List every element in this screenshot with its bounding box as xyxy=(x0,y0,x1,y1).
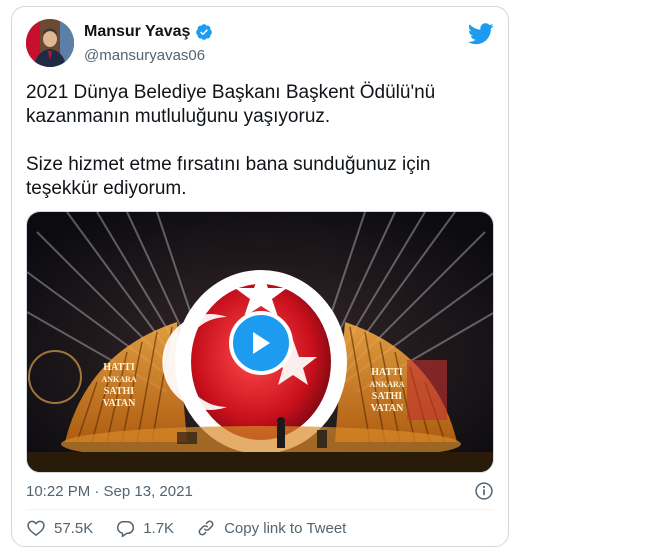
tweet-timestamp[interactable]: 10:22 PM · Sep 13, 2021 xyxy=(26,483,193,500)
banner-left-line: ANKARA xyxy=(101,375,136,384)
info-icon[interactable] xyxy=(474,481,494,501)
verified-badge-icon xyxy=(196,24,213,40)
avatar[interactable] xyxy=(26,19,74,67)
banner-left-line: HATTI xyxy=(103,362,135,373)
twitter-bird-icon[interactable] xyxy=(468,23,494,45)
banner-right-line: ANKARA xyxy=(369,380,404,389)
author-row: Mansur Yavaş xyxy=(84,23,213,41)
video-player[interactable]: HATTI ANKARA SATHI VATAN HATTI ANKARA SA… xyxy=(26,211,494,473)
copy-link-button[interactable]: Copy link to Tweet xyxy=(196,518,346,538)
banner-right-line: SATHI xyxy=(372,391,402,402)
heart-icon xyxy=(27,520,45,536)
like-count: 57.5K xyxy=(54,519,94,537)
reply-icon xyxy=(117,521,135,538)
action-bar: 57.5K 1.7K Copy link to Tweet xyxy=(26,515,368,541)
banner-left-line: SATHI xyxy=(104,386,134,397)
reply-count: 1.7K xyxy=(143,519,175,537)
banner-right-line: VATAN xyxy=(371,403,405,414)
author-name[interactable]: Mansur Yavaş xyxy=(84,23,190,41)
like-button[interactable]: 57.5K xyxy=(26,518,93,538)
tweet-paragraph: Size hizmet etme fırsatını bana sunduğun… xyxy=(26,154,431,199)
avatar-image xyxy=(26,19,74,67)
play-icon xyxy=(253,332,270,354)
tweet-paragraph: 2021 Dünya Belediye Başkanı Başkent Ödül… xyxy=(26,82,436,127)
banner-left-line: VATAN xyxy=(103,398,137,409)
author-handle[interactable]: @mansuryavas06 xyxy=(84,47,205,64)
play-button[interactable] xyxy=(229,311,293,375)
link-icon xyxy=(198,520,214,536)
tweet-card[interactable]: Mansur Yavaş @mansuryavas06 2021 Dünya B… xyxy=(11,6,509,547)
banner-right-line: HATTI xyxy=(371,367,403,378)
tweet-text: 2021 Dünya Belediye Başkanı Başkent Ödül… xyxy=(26,81,496,201)
copy-link-label: Copy link to Tweet xyxy=(224,519,347,537)
divider xyxy=(26,509,494,510)
reply-button[interactable]: 1.7K xyxy=(115,518,174,538)
